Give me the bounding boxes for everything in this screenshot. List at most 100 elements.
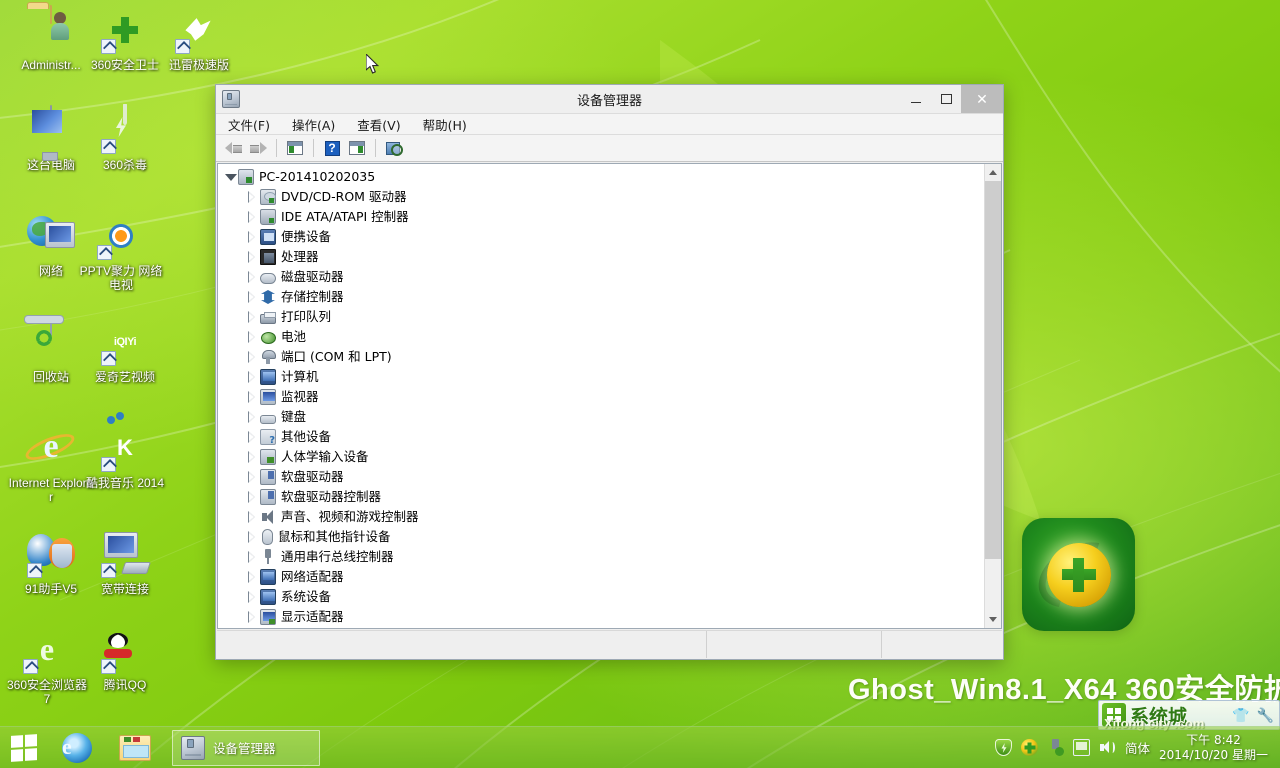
device-tree-row[interactable]: 存储控制器	[218, 287, 984, 307]
device-tree-row[interactable]: 打印队列	[218, 307, 984, 327]
device-tree-row[interactable]: 计算机	[218, 367, 984, 387]
start-button[interactable]	[0, 727, 48, 768]
scan-hardware-button[interactable]	[383, 137, 405, 159]
desktop[interactable]: Administr...360安全卫士迅雷极速版这台电脑360杀毒网络PPTV聚…	[0, 0, 1280, 768]
expand-triangle-closed-icon[interactable]	[246, 191, 258, 203]
device-manager-window[interactable]: 设备管理器 ✕ 文件(F) 操作(A) 查看(V) 帮助(H) ? P	[215, 84, 1004, 660]
expand-triangle-closed-icon[interactable]	[246, 371, 258, 383]
desktop-icon[interactable]: 360安全浏览器7	[4, 626, 90, 706]
device-tree-row[interactable]: 便携设备	[218, 227, 984, 247]
help-button[interactable]: ?	[321, 137, 343, 159]
device-tree-row[interactable]: 显示适配器	[218, 607, 984, 627]
expand-triangle-closed-icon[interactable]	[246, 491, 258, 503]
taskbar[interactable]: 设备管理器 简体 下午 8:42 2014/10/20 星期一	[0, 726, 1280, 768]
expand-triangle-closed-icon[interactable]	[246, 551, 258, 563]
maximize-button[interactable]	[931, 85, 961, 113]
device-tree-row[interactable]: 监视器	[218, 387, 984, 407]
volume-icon[interactable]	[1099, 739, 1116, 756]
device-tree-row[interactable]: 软盘驱动器	[218, 467, 984, 487]
shortcut-overlay-icon	[101, 351, 116, 366]
device-tree-row[interactable]: 人体学输入设备	[218, 447, 984, 467]
device-tree-row[interactable]: 网络适配器	[218, 567, 984, 587]
toolbar[interactable]: ?	[216, 135, 1003, 162]
scroll-down-button[interactable]	[985, 611, 1001, 628]
back-button[interactable]	[222, 137, 244, 159]
properties-button[interactable]	[284, 137, 306, 159]
menu-item-help[interactable]: 帮助(H)	[419, 113, 471, 136]
desktop-icon[interactable]: 迅雷极速版	[156, 6, 242, 72]
desktop-icon[interactable]: 酷我音乐 2014	[82, 424, 168, 490]
expand-triangle-closed-icon[interactable]	[246, 591, 258, 603]
menu-item-action[interactable]: 操作(A)	[288, 113, 339, 136]
clock[interactable]: 下午 8:42 2014/10/20 星期一	[1159, 733, 1272, 763]
vertical-scrollbar[interactable]	[984, 164, 1001, 628]
processor-icon	[260, 249, 276, 265]
shield-icon[interactable]	[995, 739, 1012, 756]
expand-triangle-closed-icon[interactable]	[246, 511, 258, 523]
expand-triangle-closed-icon[interactable]	[246, 271, 258, 283]
expand-triangle-closed-icon[interactable]	[246, 211, 258, 223]
device-tree-row[interactable]: 系统设备	[218, 587, 984, 607]
network-icon[interactable]	[1073, 739, 1090, 756]
taskbar-file-explorer[interactable]	[106, 727, 164, 768]
scroll-up-button[interactable]	[985, 164, 1001, 181]
usb-icon[interactable]	[1047, 739, 1064, 756]
device-tree-row[interactable]: 处理器	[218, 247, 984, 267]
device-tree-row[interactable]: 通用串行总线控制器	[218, 547, 984, 567]
device-tree-row[interactable]: 端口 (COM 和 LPT)	[218, 347, 984, 367]
close-button[interactable]: ✕	[961, 85, 1003, 113]
menu-bar[interactable]: 文件(F) 操作(A) 查看(V) 帮助(H)	[216, 113, 1003, 135]
device-tree-row[interactable]: 其他设备	[218, 427, 984, 447]
taskbar-internet-explorer[interactable]	[48, 727, 106, 768]
desktop-icon[interactable]: 腾讯QQ	[82, 626, 168, 692]
expand-triangle-closed-icon[interactable]	[246, 431, 258, 443]
device-tree-row[interactable]: 键盘	[218, 407, 984, 427]
shortcut-overlay-icon	[27, 563, 42, 578]
expand-triangle-closed-icon[interactable]	[246, 411, 258, 423]
device-tree-panel[interactable]: PC-201410202035DVD/CD-ROM 驱动器IDE ATA/ATA…	[217, 163, 1002, 629]
taskbar-task-device-manager[interactable]: 设备管理器	[172, 730, 320, 766]
expand-triangle-closed-icon[interactable]	[246, 351, 258, 363]
show-pane-button[interactable]	[346, 137, 368, 159]
device-tree-label: 电池	[281, 329, 306, 345]
desktop-icon[interactable]: PPTV聚力 网络电视	[78, 212, 164, 292]
desktop-icon[interactable]: 爱奇艺视频	[82, 318, 168, 384]
scrollbar-track[interactable]	[985, 181, 1001, 611]
device-tree-row[interactable]: 软盘驱动器控制器	[218, 487, 984, 507]
desktop-icon[interactable]: 宽带连接	[82, 530, 168, 596]
device-tree-row[interactable]: 磁盘驱动器	[218, 267, 984, 287]
expand-triangle-closed-icon[interactable]	[246, 451, 258, 463]
device-tree[interactable]: PC-201410202035DVD/CD-ROM 驱动器IDE ATA/ATA…	[218, 164, 984, 628]
expand-triangle-closed-icon[interactable]	[246, 251, 258, 263]
desktop-icon[interactable]: 360杀毒	[82, 106, 168, 172]
device-tree-row[interactable]: DVD/CD-ROM 驱动器	[218, 187, 984, 207]
minimize-button[interactable]	[901, 85, 931, 113]
device-tree-row[interactable]: 电池	[218, 327, 984, 347]
keyboard-icon	[260, 415, 276, 424]
expand-triangle-closed-icon[interactable]	[246, 571, 258, 583]
window-titlebar[interactable]: 设备管理器 ✕	[216, 85, 1003, 113]
expand-triangle-open-icon[interactable]	[224, 171, 236, 183]
360-icon[interactable]	[1021, 739, 1038, 756]
expand-triangle-closed-icon[interactable]	[246, 311, 258, 323]
forward-button[interactable]	[247, 137, 269, 159]
scrollbar-thumb[interactable]	[985, 181, 1001, 559]
device-tree-row[interactable]: 鼠标和其他指针设备	[218, 527, 984, 547]
sound-video-game-icon	[260, 509, 276, 525]
menu-item-view[interactable]: 查看(V)	[353, 113, 404, 136]
ime-indicator[interactable]: 简体	[1125, 738, 1150, 757]
expand-triangle-closed-icon[interactable]	[246, 331, 258, 343]
expand-triangle-closed-icon[interactable]	[246, 471, 258, 483]
device-tree-root-row[interactable]: PC-201410202035	[218, 167, 984, 187]
system-tray[interactable]: 简体 下午 8:42 2014/10/20 星期一	[995, 727, 1280, 768]
expand-triangle-closed-icon[interactable]	[246, 391, 258, 403]
expand-triangle-closed-icon[interactable]	[246, 291, 258, 303]
device-tree-row[interactable]: IDE ATA/ATAPI 控制器	[218, 207, 984, 227]
computer-node-icon	[238, 169, 254, 185]
menu-item-file[interactable]: 文件(F)	[224, 113, 274, 136]
expand-triangle-closed-icon[interactable]	[246, 531, 258, 543]
device-tree-row[interactable]: 声音、视频和游戏控制器	[218, 507, 984, 527]
expand-triangle-closed-icon[interactable]	[246, 231, 258, 243]
expand-triangle-closed-icon[interactable]	[246, 611, 258, 623]
internet-explorer-icon	[27, 424, 75, 472]
